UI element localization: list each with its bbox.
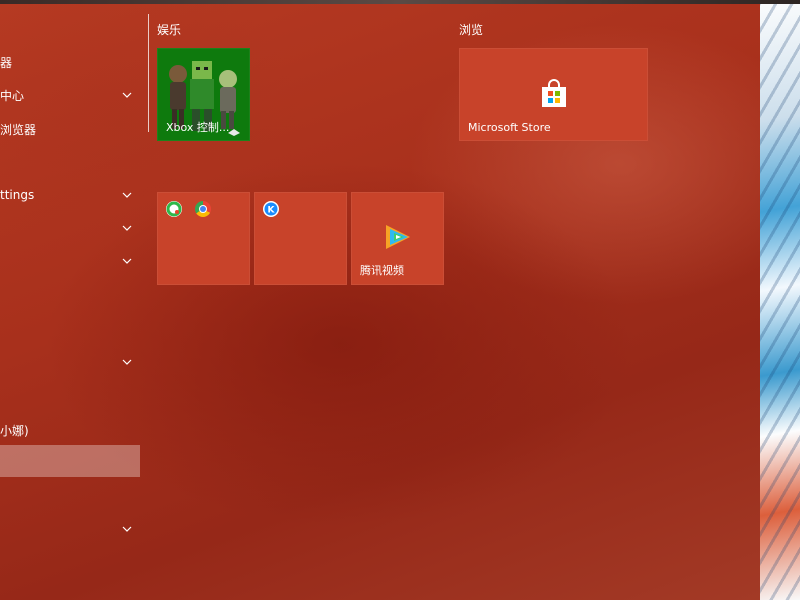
app-list-item-label: 浏览器 (0, 122, 37, 137)
app-list-item-label: 器 (0, 55, 13, 70)
app-list-item-label: ttings (0, 188, 35, 202)
folder-tile[interactable]: K (254, 192, 347, 285)
app-list-folder[interactable] (0, 215, 146, 241)
app-list-folder[interactable]: ttings (0, 182, 146, 208)
app-list-item[interactable]: 器 (0, 49, 146, 75)
app-list-divider (148, 14, 149, 132)
app-list-item-label: 小娜) (0, 423, 29, 438)
group-title-browse[interactable]: 浏览 (459, 21, 483, 38)
app-list: 器 中心 浏览器 ttings 小娜) (0, 4, 146, 600)
tencent-video-icon (386, 225, 410, 249)
app-list-item[interactable]: 浏览器 (0, 116, 146, 142)
qq-browser-icon (166, 201, 182, 217)
folder-tile[interactable] (157, 192, 250, 285)
group-title-entertainment[interactable]: 娱乐 (157, 21, 181, 38)
svg-text:K: K (268, 206, 276, 216)
kugou-icon: K (263, 201, 279, 217)
chrome-icon (195, 201, 211, 217)
tencent-video-tile[interactable]: 腾讯视频 (351, 192, 444, 285)
store-bag-icon (542, 79, 566, 107)
app-list-folder[interactable] (0, 349, 146, 375)
app-list-item-selected[interactable] (0, 445, 140, 477)
app-list-folder[interactable]: 中心 (0, 82, 146, 108)
chevron-down-icon (122, 225, 132, 231)
chevron-down-icon (122, 258, 132, 264)
desktop-wallpaper (760, 0, 800, 600)
xbox-tile-label: Xbox 控制... (166, 121, 230, 134)
chevron-down-icon (122, 92, 132, 98)
tencent-video-tile-label: 腾讯视频 (360, 264, 404, 277)
start-menu: 器 中心 浏览器 ttings 小娜) 娱乐 Xbox 控制... 浏览 Mic… (0, 4, 760, 600)
chevron-down-icon (122, 359, 132, 365)
app-list-item-label: 中心 (0, 88, 25, 103)
app-list-folder[interactable] (0, 516, 146, 542)
xbox-tile[interactable]: Xbox 控制... (157, 48, 250, 141)
microsoft-store-tile[interactable]: Microsoft Store (459, 48, 648, 141)
chevron-down-icon (122, 192, 132, 198)
app-list-item[interactable]: 小娜) (0, 417, 146, 443)
app-list-folder[interactable] (0, 248, 146, 274)
microsoft-store-tile-label: Microsoft Store (468, 121, 551, 134)
chevron-down-icon (122, 526, 132, 532)
